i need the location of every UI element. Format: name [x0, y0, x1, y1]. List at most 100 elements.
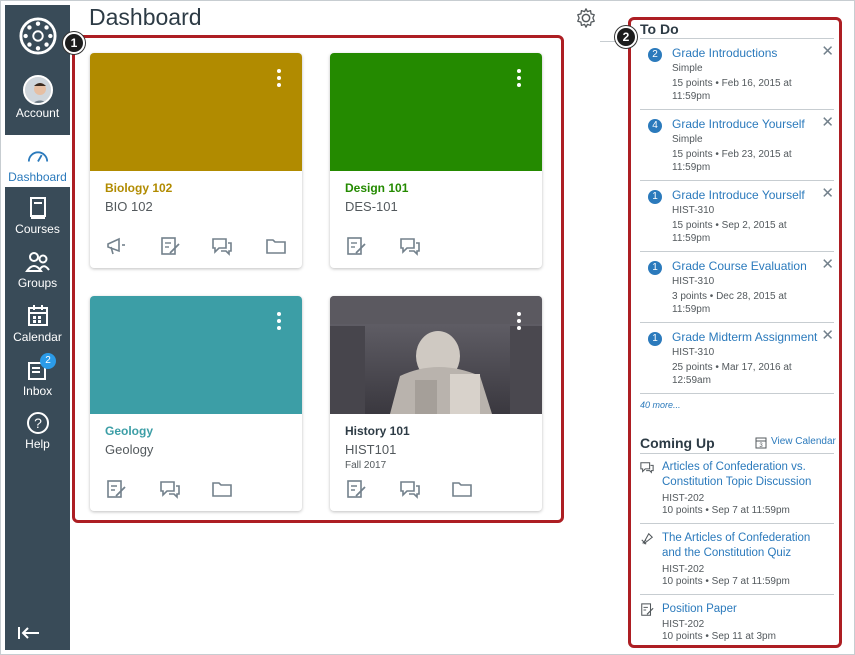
card-hero-image	[330, 296, 542, 414]
files-icon[interactable]	[211, 478, 233, 500]
announcements-icon[interactable]	[105, 235, 127, 257]
todo-item-title[interactable]: Grade Introductions	[672, 46, 777, 60]
card-course-code: Geology	[105, 442, 154, 457]
todo-item-course: Simple	[672, 134, 703, 145]
nav-inbox[interactable]: 2 Inbox	[5, 353, 70, 398]
page-title: Dashboard	[89, 4, 202, 30]
todo-item-title[interactable]: Grade Introduce Yourself	[672, 188, 805, 202]
canvas-logo-icon[interactable]	[19, 17, 57, 55]
discussions-icon[interactable]	[399, 478, 421, 500]
card-course-name[interactable]: Design 101	[345, 181, 408, 195]
nav-account-label: Account	[15, 106, 60, 120]
nav-dashboard[interactable]: Dashboard	[5, 135, 70, 187]
todo-count-badge: 1	[648, 190, 662, 204]
todo-item: 4 Grade Introduce Yourself Simple 15 poi…	[640, 110, 834, 181]
card-course-name[interactable]: Biology 102	[105, 181, 172, 195]
nav-help-label: Help	[25, 437, 50, 451]
coming-up-item: Position Paper HIST-202 10 points • Sep …	[640, 602, 834, 646]
global-nav: Account Dashboard Courses Groups Calenda…	[5, 5, 70, 650]
discussions-icon[interactable]	[211, 235, 233, 257]
collapse-nav-icon[interactable]	[18, 624, 40, 645]
coming-up-title[interactable]: Position Paper	[662, 602, 832, 617]
course-card-biology[interactable]: Biology 102 BIO 102	[90, 53, 302, 268]
card-hero	[330, 53, 542, 171]
assignments-icon[interactable]	[345, 235, 367, 257]
card-course-code: HIST101	[345, 442, 397, 457]
card-options-icon[interactable]	[516, 69, 522, 89]
coming-up-title[interactable]: The Articles of Confederation and the Co…	[662, 531, 832, 561]
course-card-history[interactable]: History 101 HIST101 Fall 2017	[330, 296, 542, 511]
todo-more-link[interactable]: 40 more...	[640, 400, 681, 410]
gear-icon[interactable]	[575, 7, 597, 29]
course-card-geology[interactable]: Geology Geology	[90, 296, 302, 511]
todo-count-badge: 1	[648, 332, 662, 346]
card-hero	[90, 296, 302, 414]
courses-icon	[29, 197, 46, 219]
files-icon[interactable]	[265, 235, 287, 257]
coming-up-meta: 10 points • Sep 7 at 11:59pm	[662, 576, 790, 587]
dismiss-icon[interactable]: ✕	[821, 184, 834, 202]
coming-up-title[interactable]: Articles of Confederation vs. Constituti…	[662, 460, 832, 490]
todo-item-course: HIST-310	[672, 347, 715, 358]
dismiss-icon[interactable]: ✕	[821, 326, 834, 344]
nav-groups-label: Groups	[17, 276, 58, 290]
card-options-icon[interactable]	[516, 312, 522, 332]
todo-count-badge: 2	[648, 48, 662, 62]
todo-item-meta: 15 points • Feb 16, 2015 at 11:59pm	[672, 78, 792, 102]
avatar	[22, 75, 53, 105]
todo-item-meta: 25 points • Mar 17, 2016 at 12:59am	[672, 362, 792, 386]
todo-item-meta: 15 points • Feb 23, 2015 at 11:59pm	[672, 149, 792, 173]
inbox-unread-badge: 2	[40, 353, 56, 369]
todo-item: 1 Grade Course Evaluation HIST-310 3 poi…	[640, 252, 834, 323]
quiz-icon	[641, 532, 654, 545]
discussions-icon[interactable]	[399, 235, 421, 257]
nav-help[interactable]: ? Help	[5, 410, 70, 451]
todo-item-title[interactable]: Grade Midterm Assignment	[672, 330, 817, 344]
files-icon[interactable]	[451, 478, 473, 500]
todo-count-badge: 1	[648, 261, 662, 275]
callout-number-1: 1	[63, 32, 85, 54]
nav-calendar[interactable]: Calendar	[5, 303, 70, 344]
help-icon: ?	[26, 412, 49, 434]
card-options-icon[interactable]	[276, 69, 282, 89]
coming-up-item: Articles of Confederation vs. Constituti…	[640, 460, 834, 524]
card-options-icon[interactable]	[276, 312, 282, 332]
nav-courses[interactable]: Courses	[5, 195, 70, 236]
dismiss-icon[interactable]: ✕	[821, 42, 834, 60]
assignments-icon[interactable]	[345, 478, 367, 500]
coming-up-meta: 10 points • Sep 11 at 3pm	[662, 631, 776, 642]
course-card-design[interactable]: Design 101 DES-101	[330, 53, 542, 268]
discussion-icon	[640, 462, 654, 474]
assignments-icon[interactable]	[105, 478, 127, 500]
todo-item: 2 Grade Introductions Simple 15 points •…	[640, 39, 834, 110]
assignments-icon[interactable]	[159, 235, 181, 257]
todo-count-badge: 4	[648, 119, 662, 133]
view-calendar-link[interactable]: View Calendar	[771, 436, 836, 447]
todo-item-title[interactable]: Grade Introduce Yourself	[672, 117, 805, 131]
assignment-icon	[641, 603, 654, 616]
nav-account[interactable]: Account	[5, 75, 70, 120]
coming-up-course: HIST-202	[662, 493, 705, 504]
nav-courses-label: Courses	[15, 222, 60, 236]
card-course-name[interactable]: Geology	[105, 424, 153, 438]
coming-up-meta: 10 points • Sep 7 at 11:59pm	[662, 505, 790, 516]
coming-up-heading: Coming Up	[640, 435, 715, 451]
todo-item-course: HIST-310	[672, 276, 715, 287]
todo-item-meta: 15 points • Sep 2, 2015 at 11:59pm	[672, 220, 787, 244]
coming-up-item: The Articles of Confederation and the Co…	[640, 531, 834, 595]
svg-text:?: ?	[34, 415, 42, 431]
card-course-term: Fall 2017	[345, 460, 387, 471]
todo-item-course: Simple	[672, 63, 703, 74]
calendar-icon[interactable]: 3	[755, 436, 767, 449]
discussions-icon[interactable]	[159, 478, 181, 500]
dismiss-icon[interactable]: ✕	[821, 113, 834, 131]
coming-up-course: HIST-202	[662, 619, 705, 630]
todo-item: 1 Grade Midterm Assignment HIST-310 25 p…	[640, 323, 834, 394]
card-hero	[90, 53, 302, 171]
coming-up-course: HIST-202	[662, 564, 705, 575]
card-course-name[interactable]: History 101	[345, 424, 410, 438]
todo-item-title[interactable]: Grade Course Evaluation	[672, 259, 807, 273]
groups-icon	[24, 252, 50, 272]
nav-groups[interactable]: Groups	[5, 249, 70, 290]
dismiss-icon[interactable]: ✕	[821, 255, 834, 273]
